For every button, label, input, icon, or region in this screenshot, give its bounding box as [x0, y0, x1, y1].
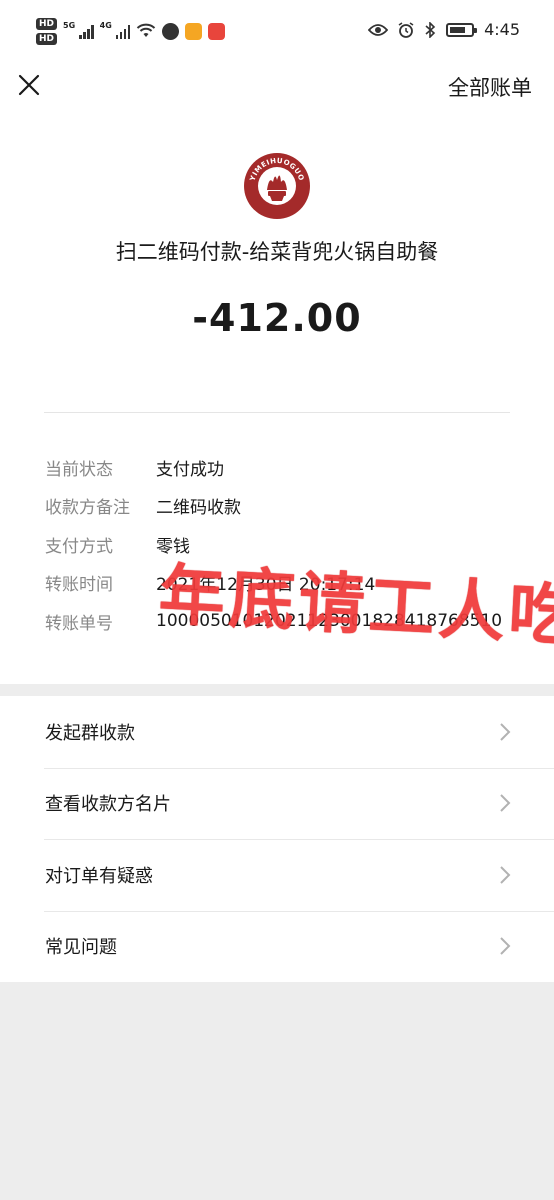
detail-value: 2021年12月30日 20:17:14: [156, 575, 376, 596]
detail-row-payee-note: 收款方备注 二维码收款: [45, 487, 525, 526]
menu-item-label: 发起群收款: [45, 722, 135, 744]
payment-details: 当前状态 支付成功 收款方备注 二维码收款 支付方式 零钱 转账时间 2021年…: [45, 448, 525, 641]
network-generation-2: 4G: [99, 20, 112, 30]
detail-value: 二维码收款: [156, 498, 241, 519]
wifi-icon: [137, 23, 156, 37]
network-generation-1: 5G: [63, 20, 76, 30]
detail-label: 当前状态: [45, 459, 113, 480]
hd-badge-2: HD: [36, 32, 58, 45]
close-button[interactable]: [14, 70, 44, 100]
status-time: 4:45: [484, 20, 520, 39]
status-right: 4:45: [368, 20, 520, 39]
detail-label: 支付方式: [45, 536, 113, 557]
alarm-icon: [398, 21, 414, 38]
merchant-name: 扫二维码付款-给菜背兜火锅自助餐: [115, 240, 439, 264]
menu-item-payee-card[interactable]: 查看收款方名片: [0, 767, 554, 840]
menu-item-label: 对订单有疑惑: [45, 865, 153, 887]
menu-item-group-collection[interactable]: 发起群收款: [0, 696, 554, 768]
detail-row-payment-method: 支付方式 零钱: [45, 525, 525, 564]
detail-value: 支付成功: [156, 459, 224, 480]
video-app-icon: [185, 22, 203, 40]
detail-label: 转账单号: [45, 613, 113, 634]
detail-label: 收款方备注: [45, 498, 130, 519]
detail-value: 10000501012021123001828418768510: [156, 611, 503, 632]
signal-icon: [115, 23, 131, 39]
detail-row-status: 当前状态 支付成功: [45, 448, 525, 487]
payment-amount: -412.00: [192, 296, 362, 340]
menu-item-label: 查看收款方名片: [45, 794, 171, 816]
hd-badge-1: HD: [36, 17, 58, 30]
detail-row-transaction-id: 转账单号 10000501012021123001828418768510: [45, 602, 525, 641]
detail-value: 零钱: [156, 536, 190, 557]
status-bar: HD HD 5G 4G 4:45: [0, 0, 554, 62]
merchant-logo: YIMEIHUOGUO: [244, 153, 310, 219]
status-left: HD HD 5G 4G: [36, 16, 226, 46]
bluetooth-icon: [425, 21, 436, 38]
eye-icon: [368, 23, 389, 36]
close-icon: [18, 74, 40, 96]
detail-row-time: 转账时间 2021年12月30日 20:17:14: [45, 564, 525, 603]
hd-icon: HD HD: [36, 17, 58, 45]
menu-item-faq[interactable]: 常见问题: [0, 910, 554, 983]
chevron-right-icon: [500, 937, 511, 955]
battery-icon: [446, 22, 478, 37]
menu-item-order-question[interactable]: 对订单有疑惑: [0, 839, 554, 911]
chevron-right-icon: [500, 794, 511, 812]
app-icon: [162, 22, 180, 40]
divider: [44, 412, 510, 413]
all-bills-link[interactable]: 全部账单: [448, 72, 532, 102]
red-app-icon: [208, 22, 226, 40]
action-menu: 发起群收款 查看收款方名片 对订单有疑惑 常见问题: [0, 696, 554, 982]
signal-icon: [79, 23, 94, 39]
chevron-right-icon: [500, 866, 511, 884]
chevron-right-icon: [500, 723, 511, 741]
menu-item-label: 常见问题: [45, 937, 117, 959]
detail-label: 转账时间: [45, 575, 113, 596]
